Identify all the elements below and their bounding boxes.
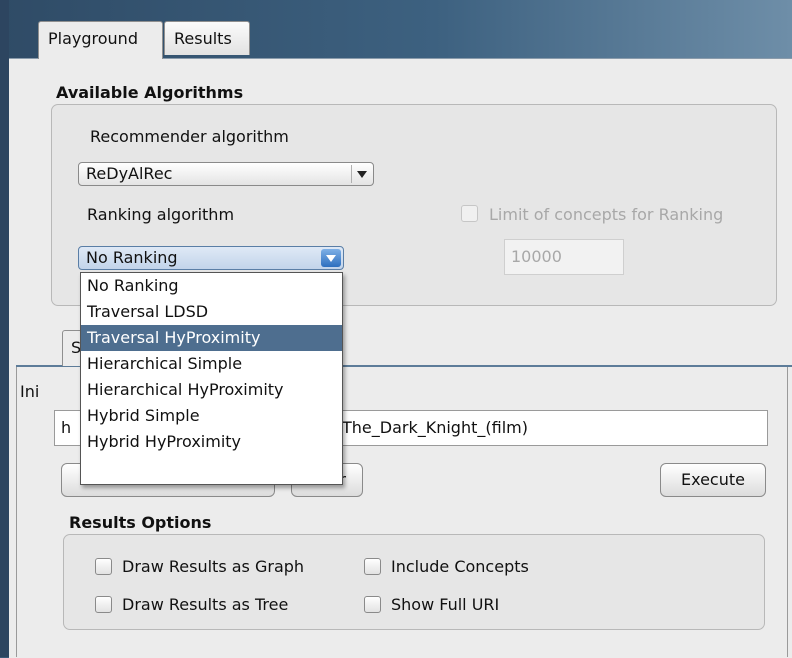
include-concepts-checkbox[interactable] — [364, 558, 381, 575]
show-full-uri-checkbox[interactable] — [364, 596, 381, 613]
ranking-option[interactable]: No Ranking — [81, 273, 342, 299]
draw-graph-checkbox[interactable] — [95, 558, 112, 575]
ranking-option[interactable]: Hierarchical Simple — [81, 351, 342, 377]
ranking-option[interactable]: Traversal LDSD — [81, 299, 342, 325]
recommender-label: Recommender algorithm — [90, 127, 289, 146]
ranking-option[interactable]: Hybrid HyProximity — [81, 429, 342, 455]
initial-label: Ini — [20, 382, 40, 401]
ranking-dropdown-list: No Ranking Traversal LDSD Traversal HyPr… — [80, 272, 343, 485]
limit-concepts-input[interactable]: 10000 — [504, 239, 624, 275]
ranking-select-arrow — [321, 249, 341, 267]
ranking-option[interactable]: Hybrid Simple — [81, 403, 342, 429]
recommender-select[interactable]: ReDyAlRec — [78, 162, 374, 186]
initial-uri-prefix: h — [61, 418, 72, 437]
draw-graph-label: Draw Results as Graph — [122, 557, 305, 576]
initial-uri-suffix: The_Dark_Knight_(film) — [342, 418, 528, 437]
ranking-select[interactable]: No Ranking — [78, 246, 344, 270]
recommender-select-arrow — [351, 165, 371, 183]
window-left-edge — [0, 0, 9, 657]
chevron-down-icon — [357, 171, 367, 178]
recommender-select-value: ReDyAlRec — [86, 164, 173, 183]
limit-concepts-label: Limit of concepts for Ranking — [489, 205, 724, 224]
results-options-group — [63, 534, 765, 630]
results-options-title: Results Options — [69, 513, 212, 532]
tab-results[interactable]: Results — [164, 21, 250, 55]
tab-playground[interactable]: Playground — [38, 21, 163, 59]
draw-tree-label: Draw Results as Tree — [122, 595, 289, 614]
draw-tree-checkbox[interactable] — [95, 596, 112, 613]
ranking-select-value: No Ranking — [86, 248, 178, 267]
include-concepts-label: Include Concepts — [391, 557, 529, 576]
show-full-uri-label: Show Full URI — [391, 595, 500, 614]
chevron-down-icon — [326, 255, 336, 262]
ranking-option[interactable]: Hierarchical HyProximity — [81, 377, 342, 403]
execute-button[interactable]: Execute — [660, 463, 766, 497]
available-algorithms-title: Available Algorithms — [56, 83, 244, 102]
ranking-label: Ranking algorithm — [87, 205, 235, 224]
ranking-option-highlighted[interactable]: Traversal HyProximity — [81, 325, 342, 351]
limit-concepts-checkbox[interactable] — [461, 205, 478, 222]
